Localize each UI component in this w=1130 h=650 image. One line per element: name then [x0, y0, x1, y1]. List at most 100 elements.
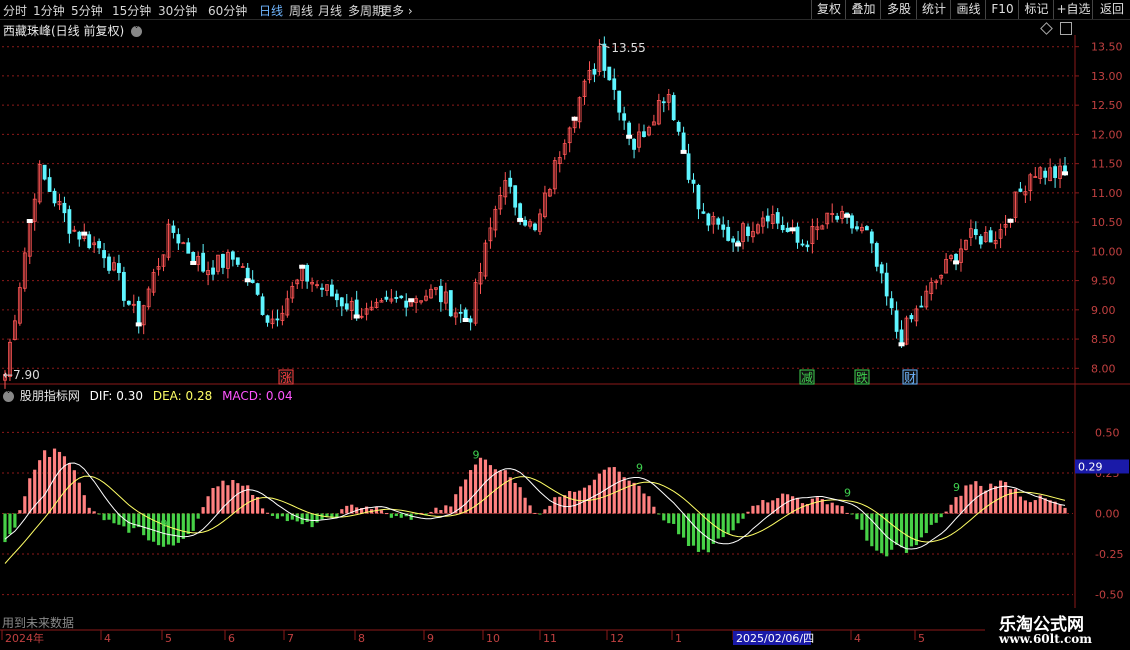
macd-bar [508, 477, 512, 514]
price-tick-label-9: 12.50 [1091, 99, 1123, 112]
macd-bar [1018, 496, 1023, 514]
macd-bar [191, 513, 195, 531]
candle-body [52, 190, 57, 204]
macd-bar [43, 450, 47, 514]
macd-bar [781, 493, 785, 514]
macd-bar [681, 513, 686, 538]
buy-marker [135, 322, 142, 327]
candle-body [67, 209, 72, 234]
candle-body [250, 279, 255, 283]
candle-body [800, 243, 805, 246]
macd-bar [800, 503, 805, 514]
macd-bar [345, 505, 349, 514]
buy-marker [1007, 218, 1014, 223]
macd-bar [67, 463, 71, 514]
candle-body [399, 295, 404, 299]
macd-bar [181, 513, 185, 539]
price-tick-label-4: 10.00 [1091, 245, 1123, 258]
macd-bar [949, 504, 953, 514]
candle-body [642, 131, 646, 137]
macd-bar [959, 495, 963, 514]
buy-marker [462, 317, 469, 322]
macd-bar [736, 513, 740, 524]
macd-bar [176, 513, 180, 543]
macd-bar [77, 482, 81, 514]
macd-bar [810, 498, 814, 514]
macd-bar [498, 471, 502, 514]
count-label-1: 9 [473, 449, 480, 462]
macd-bar [642, 493, 646, 514]
candle-body [676, 121, 681, 132]
count-label-0: 9 [161, 517, 168, 530]
buy-marker [244, 278, 251, 283]
macd-bar [855, 513, 859, 520]
macd-bar [840, 506, 844, 514]
macd-bar [87, 507, 91, 514]
candle-body [255, 283, 260, 295]
macd-bar [825, 504, 829, 514]
macd-bar [469, 470, 473, 514]
panel-toggle-icon[interactable] [1060, 22, 1072, 35]
macd-bar [850, 513, 854, 515]
macd-bar [57, 451, 62, 514]
macd-bar [865, 513, 869, 541]
candle-body [879, 264, 884, 274]
time-label-13: 5 [918, 632, 925, 645]
candle-body [884, 272, 889, 297]
macd-bar [379, 510, 384, 514]
stock-title: 西藏珠峰(日线 前复权) [3, 24, 125, 38]
candle-body [330, 284, 334, 297]
candle-body [622, 113, 627, 121]
macd-bar [112, 513, 116, 524]
candle-body [864, 226, 869, 231]
macd-bar [151, 513, 156, 542]
candle-body [186, 242, 191, 254]
macd-bar [860, 513, 864, 530]
macd-bar [701, 513, 706, 550]
buy-marker [571, 116, 578, 121]
macd-bar [924, 513, 928, 534]
candle-body [117, 263, 121, 273]
macd-bar [939, 513, 943, 518]
time-label-12: 4 [854, 632, 861, 645]
candle-body [894, 310, 899, 332]
macd-bar [1063, 507, 1067, 514]
candle-body [126, 300, 131, 305]
macd-bar [211, 487, 215, 514]
count-label-3: 9 [844, 487, 851, 500]
candle-body [919, 305, 924, 308]
macd-bar [870, 513, 874, 547]
chevron-down-icon[interactable]: ˅ [131, 26, 143, 37]
indicator-tick-label-4: -0.50 [1095, 589, 1123, 602]
candle-body [176, 234, 181, 244]
macd-bar [399, 513, 403, 518]
macd-bar [904, 513, 909, 553]
macd-bar [696, 513, 701, 552]
macd-bar [23, 496, 27, 514]
candle-body [627, 122, 632, 138]
candle-body [780, 224, 785, 231]
indicator-collapse-icon[interactable]: ˅ [3, 391, 14, 402]
candle-body [508, 177, 513, 187]
macd-bar [548, 505, 552, 514]
time-label-9: 12 [610, 632, 624, 645]
macd-bar [449, 506, 453, 514]
macd-bar [795, 497, 800, 514]
macd-bar [563, 495, 567, 514]
macd-bar [285, 513, 289, 522]
buy-marker [626, 134, 633, 139]
macd-bar [171, 513, 176, 546]
macd-bar [746, 511, 750, 514]
macd-bar [483, 459, 488, 514]
macd-bar [637, 485, 641, 514]
macd-bar [761, 500, 765, 514]
candle-body [632, 138, 636, 150]
macd-bar [533, 512, 537, 514]
candlestick-chart[interactable]: 8.008.509.009.5010.0010.5011.0011.5012.0… [0, 0, 1130, 650]
candle-body [265, 315, 270, 323]
candle-body [592, 68, 597, 75]
watermark-url: www.60lt.com [999, 632, 1092, 646]
candle-body [275, 318, 280, 321]
price-tick-label-0: 8.00 [1091, 362, 1116, 375]
signal-text-1: 减 [801, 371, 813, 385]
